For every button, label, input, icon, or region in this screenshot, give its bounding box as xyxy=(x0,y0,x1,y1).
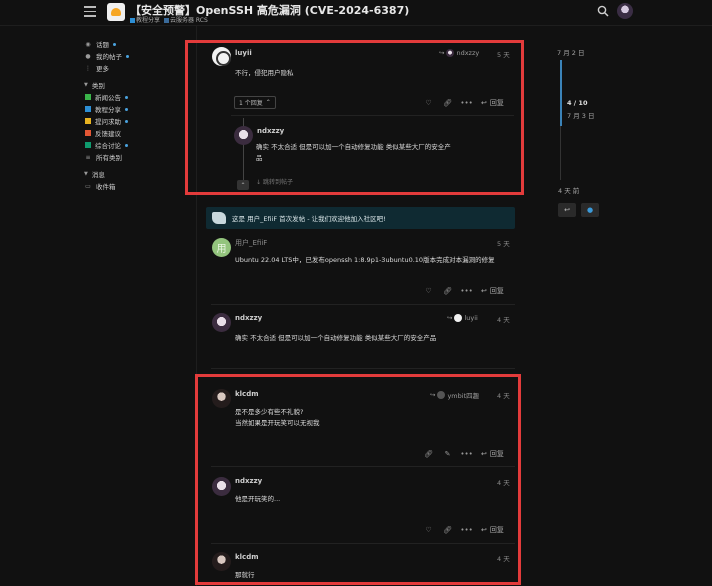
bell-icon: ● xyxy=(586,206,594,214)
sidebar-item-tutorials[interactable]: 教程分享 xyxy=(84,103,184,115)
post-actions: ♡ 🔗︎ ••• ↩ 回复 xyxy=(424,286,504,296)
category-tag[interactable]: 教程分享 xyxy=(130,15,160,24)
category-color-icon xyxy=(85,106,91,112)
reply-to-indicator[interactable]: ↪ luyii xyxy=(447,314,478,322)
avatar xyxy=(454,314,463,322)
sidebar-section-categories[interactable]: ▼ 类别 xyxy=(84,79,184,91)
like-icon[interactable]: ♡ xyxy=(424,287,433,296)
first-post-notice: 这是 用户_EfiiF 首次发帖 - 让我们欢迎他加入社区吧! xyxy=(206,207,515,229)
post-username[interactable]: 用户_EfiiF xyxy=(235,238,267,248)
more-icon[interactable]: ••• xyxy=(460,287,472,296)
post-body: Ubuntu 22.04 LTS中，已发布openssh 1:8.9p1-3ub… xyxy=(235,256,495,264)
reply-icon: ↩ xyxy=(481,287,487,295)
avatar[interactable] xyxy=(212,313,231,332)
chevron-down-icon: ▼ xyxy=(84,171,88,177)
sidebar-item-more[interactable]: ⋮ 更多 xyxy=(84,62,184,74)
sidebar-item-feedback[interactable]: 反馈建议 xyxy=(84,127,184,139)
category-color-icon xyxy=(85,130,91,136)
unread-dot xyxy=(125,107,128,111)
sidebar-item-my-posts[interactable]: ● 我的帖子 xyxy=(84,50,184,62)
category-color-icon xyxy=(85,142,91,148)
sidebar-item-news[interactable]: 新闻公告 xyxy=(84,91,184,103)
timeline-position: 4 / 10 xyxy=(567,99,588,107)
category-tag[interactable]: 云服务器 RCS xyxy=(164,15,208,24)
timeline-start-date[interactable]: 7 月 2 日 xyxy=(557,47,584,57)
divider xyxy=(211,304,515,305)
highlight-box xyxy=(195,374,521,585)
link-icon[interactable]: 🔗︎ xyxy=(443,287,452,296)
site-header: 【安全预警】OpenSSH 高危漏洞 (CVE-2024-6387) 教程分享 … xyxy=(0,0,712,26)
sidebar-item-all-categories[interactable]: ≡ 所有类别 xyxy=(84,151,184,163)
sidebar-item-inbox[interactable]: ▭ 收件箱 xyxy=(84,180,184,192)
highlight-box xyxy=(185,40,524,195)
back-button[interactable]: ↩ xyxy=(558,203,576,217)
site-logo[interactable] xyxy=(107,3,125,21)
reply-arrow-icon: ↩ xyxy=(564,206,570,214)
sidebar: ◉ 话题 ● 我的帖子 ⋮ 更多 ▼ 类别 新闻公告 教程分享 提问求助 反馈建… xyxy=(84,38,184,192)
user-icon: ● xyxy=(85,52,91,60)
welcome-hand-icon xyxy=(212,212,226,224)
post-time[interactable]: 5 天 xyxy=(497,238,510,248)
inbox-icon: ▭ xyxy=(85,182,91,190)
notification-level-button[interactable]: ● xyxy=(581,203,599,217)
unread-dot xyxy=(125,95,128,99)
divider xyxy=(211,368,515,369)
search-icon[interactable] xyxy=(597,5,609,17)
post-username[interactable]: ndxzzy xyxy=(235,314,262,322)
reply-button[interactable]: ↩ 回复 xyxy=(481,286,504,296)
sidebar-item-general[interactable]: 综合讨论 xyxy=(84,139,184,151)
timeline-handle[interactable] xyxy=(560,60,562,126)
sidebar-item-help[interactable]: 提问求助 xyxy=(84,115,184,127)
sidebar-section-messages[interactable]: ▼ 消息 xyxy=(84,168,184,180)
reply-arrow-icon: ↪ xyxy=(447,314,453,322)
sidebar-item-topics[interactable]: ◉ 话题 xyxy=(84,38,184,50)
category-color-icon xyxy=(85,118,91,124)
timeline-end-date[interactable]: 4 天 前 xyxy=(558,185,579,195)
unread-dot xyxy=(126,54,129,58)
more-icon: ⋮ xyxy=(85,64,91,72)
hamburger-menu-icon[interactable] xyxy=(84,6,96,17)
unread-dot xyxy=(125,119,128,123)
user-avatar[interactable] xyxy=(617,3,633,19)
post-time[interactable]: 4 天 xyxy=(497,314,510,324)
timeline-position-date: 7 月 3 日 xyxy=(567,112,595,120)
unread-dot xyxy=(113,42,116,46)
category-color-icon xyxy=(85,94,91,100)
topics-icon: ◉ xyxy=(85,40,91,48)
topic-tags: 教程分享 云服务器 RCS xyxy=(130,15,208,24)
avatar[interactable]: 用 xyxy=(212,238,231,257)
unread-dot xyxy=(125,143,128,147)
chevron-down-icon: ▼ xyxy=(84,82,88,88)
list-icon: ≡ xyxy=(85,153,91,161)
post-body: 确实 不太合适 但是可以加一个自动修复功能 类似某些大厂的安全产品 xyxy=(235,334,437,342)
